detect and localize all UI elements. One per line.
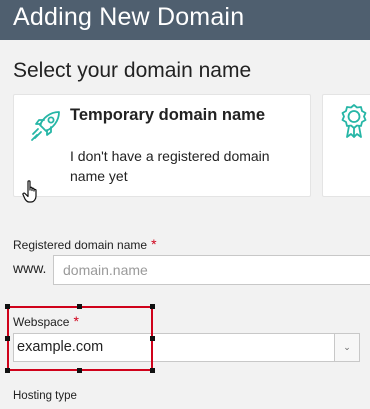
hand-cursor-icon [22, 180, 37, 203]
chevron-down-icon[interactable]: ⌄ [334, 334, 359, 361]
award-badge-icon [341, 104, 367, 138]
temporary-domain-description: I don't have a registered domain name ye… [70, 148, 270, 184]
resize-handle [5, 336, 10, 341]
section-heading: Select your domain name [13, 59, 252, 82]
resize-handle [77, 368, 82, 373]
registered-domain-option[interactable] [322, 94, 370, 197]
resize-handle [150, 336, 155, 341]
resize-handle [5, 304, 10, 309]
registered-domain-label: Registered domain name * [13, 236, 157, 252]
required-marker: * [151, 236, 157, 252]
resize-handle [150, 304, 155, 309]
rocket-icon [31, 111, 60, 141]
temporary-domain-title: Temporary domain name [70, 106, 265, 124]
domain-name-input[interactable] [53, 255, 370, 285]
resize-handle [77, 304, 82, 309]
title-bar: Adding New Domain [0, 0, 370, 40]
temporary-domain-option[interactable]: Temporary domain name I don't have a reg… [13, 94, 311, 197]
page-title: Adding New Domain [13, 3, 245, 31]
hosting-type-label: Hosting type [13, 390, 77, 402]
resize-handle [5, 368, 10, 373]
www-prefix: www. [13, 260, 47, 276]
resize-handle [150, 368, 155, 373]
annotation-highlight-box [5, 304, 155, 373]
